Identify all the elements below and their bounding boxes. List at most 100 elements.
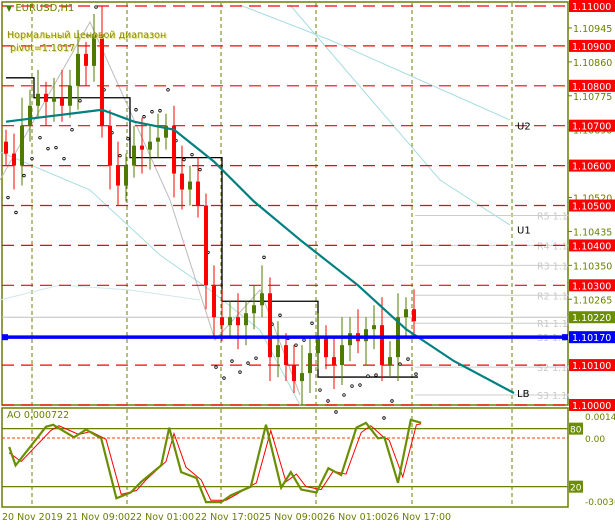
candle xyxy=(28,89,32,142)
candle-body xyxy=(380,325,384,366)
candle xyxy=(388,341,392,378)
candle-body xyxy=(36,93,40,106)
parabolic-sar-dot xyxy=(398,362,402,366)
bid-price-label: 1.10220 xyxy=(572,313,611,324)
level-price-label: 1.10500 xyxy=(572,202,611,213)
candle-body xyxy=(132,145,136,166)
candle-body xyxy=(244,313,248,326)
parabolic-sar-dot xyxy=(390,399,394,403)
candle-body xyxy=(68,85,72,106)
candle-body xyxy=(364,329,368,342)
parabolic-sar-dot xyxy=(6,195,10,200)
candle xyxy=(300,345,304,405)
parabolic-sar-dot xyxy=(198,167,202,172)
parabolic-sar-dot xyxy=(70,127,74,132)
parabolic-sar-dot xyxy=(310,321,314,325)
price-chart[interactable]: R5 1.10R4 1.10R3 1.10R2 1.10R1 1.10S1 1.… xyxy=(0,0,615,528)
candle xyxy=(164,113,168,150)
candle xyxy=(372,305,376,350)
candle xyxy=(12,133,16,190)
parabolic-sar-dot xyxy=(150,110,154,114)
candle-body xyxy=(332,357,336,366)
time-axis-label: 25 Nov 09:00 xyxy=(259,512,323,523)
candle-body xyxy=(228,317,232,326)
pivot-level-label: S3 1.10 xyxy=(537,391,573,402)
candle-body xyxy=(292,365,296,382)
candle xyxy=(44,81,48,126)
annotation-line-2: pivot=1.1017 xyxy=(10,43,76,54)
candle-body xyxy=(236,317,240,326)
parabolic-sar-dot xyxy=(214,365,218,369)
parabolic-sar-dot xyxy=(254,356,258,360)
ao-label: AO 0.000722 xyxy=(7,410,70,421)
candle-body xyxy=(148,141,152,150)
price-axis-label: 1.10945 xyxy=(573,24,612,35)
time-axis-label: 26 Nov 17:00 xyxy=(387,512,451,523)
candle-body xyxy=(348,333,352,346)
pivot-level-label: R1 1.10 xyxy=(537,319,574,330)
parabolic-sar-dot xyxy=(190,152,194,157)
candle xyxy=(116,141,120,206)
level-price-label: 1.10400 xyxy=(572,241,611,252)
parabolic-sar-dot xyxy=(406,357,410,361)
stoch-level-label: 20 xyxy=(570,484,582,494)
stochastic-main-line xyxy=(8,418,422,504)
candle xyxy=(100,6,104,138)
candle-body xyxy=(108,125,112,166)
channel-label: LB xyxy=(517,389,530,400)
collapse-triangle-icon[interactable]: ▼ xyxy=(6,4,12,13)
channel-line-u2 xyxy=(239,4,511,121)
indicator-axis-label: -0.003645 xyxy=(585,498,615,508)
level-price-label: 1.10900 xyxy=(572,42,611,53)
parabolic-sar-dot xyxy=(358,383,362,387)
indicator-plot-frame xyxy=(1,407,569,508)
candle xyxy=(332,337,336,390)
pivot-right-marker xyxy=(562,334,568,341)
channel-label: U2 xyxy=(517,122,531,133)
candle-body xyxy=(196,181,200,206)
indicator-axis-label: 0.001488 xyxy=(585,413,615,423)
candle-body xyxy=(116,165,120,186)
parabolic-sar-dot xyxy=(158,109,162,113)
annotation-line-1: Нормальный ценовой диапазон xyxy=(7,30,167,41)
pivot-level-label: R3 1.10 xyxy=(537,261,574,272)
candle-body xyxy=(172,125,176,174)
parabolic-sar-dot xyxy=(118,153,122,158)
parabolic-sar-dot xyxy=(262,255,266,260)
candle xyxy=(316,313,320,370)
candle xyxy=(132,125,136,178)
parabolic-sar-dot xyxy=(62,156,66,161)
candle-body xyxy=(4,141,8,154)
parabolic-sar-dot xyxy=(366,374,370,378)
candle xyxy=(364,317,368,366)
candle-body xyxy=(260,293,264,306)
candle xyxy=(188,165,192,206)
candle xyxy=(108,109,112,190)
candle-body xyxy=(212,285,216,318)
chart-window: R5 1.10R4 1.10R3 1.10R2 1.10R1 1.10S1 1.… xyxy=(0,0,615,528)
candle-body xyxy=(324,337,328,358)
candle-body xyxy=(84,53,88,66)
candle-body xyxy=(44,93,48,102)
parabolic-sar-dot xyxy=(294,343,298,347)
range-annotation: Нормальный ценовой диапазон pivot=1.1017 xyxy=(7,29,166,55)
level-price-label: 1.10800 xyxy=(572,82,611,93)
candle xyxy=(204,193,208,310)
candle-body xyxy=(52,97,56,102)
pivot-price-label: 1.10170 xyxy=(572,333,611,344)
candle xyxy=(172,105,176,198)
parabolic-sar-dot xyxy=(350,384,354,388)
zigzag-line xyxy=(0,20,301,396)
candle-body xyxy=(124,165,128,186)
time-axis-label: 20 Nov 2019 xyxy=(2,512,63,523)
parabolic-sar-dot xyxy=(414,372,418,376)
parabolic-sar-dot xyxy=(374,373,378,377)
parabolic-sar-dot xyxy=(278,313,282,317)
pivot-left-marker xyxy=(2,334,8,341)
pivot-level-label: R5 1.10 xyxy=(537,211,574,222)
candle-body xyxy=(308,353,312,374)
candle xyxy=(308,337,312,394)
parabolic-sar-dot xyxy=(246,361,250,365)
level-price-label: 1.11000 xyxy=(572,2,611,13)
candle-body xyxy=(28,105,32,126)
